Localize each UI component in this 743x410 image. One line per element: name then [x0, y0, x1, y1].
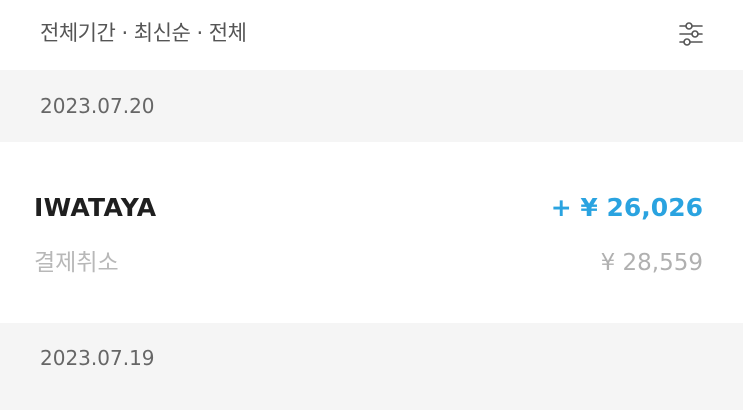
- date-header: 2023.07.19: [0, 323, 743, 410]
- merchant-name: IWATAYA: [34, 193, 157, 222]
- filter-bar: 전체기간 · 최신순 · 전체: [0, 0, 743, 70]
- refund-amount: + ¥ 26,026: [550, 193, 703, 222]
- transaction-status: 결제취소: [34, 250, 119, 276]
- date-label: 2023.07.20: [40, 94, 155, 118]
- transaction-row[interactable]: IWATAYA 결제취소 + ¥ 26,026 ¥ 28,559: [0, 142, 743, 323]
- sliders-icon[interactable]: [676, 19, 706, 49]
- date-header: 2023.07.20: [0, 70, 743, 142]
- filter-summary-label[interactable]: 전체기간 · 최신순 · 전체: [40, 18, 247, 48]
- original-amount: ¥ 28,559: [600, 250, 703, 276]
- date-label: 2023.07.19: [40, 346, 155, 370]
